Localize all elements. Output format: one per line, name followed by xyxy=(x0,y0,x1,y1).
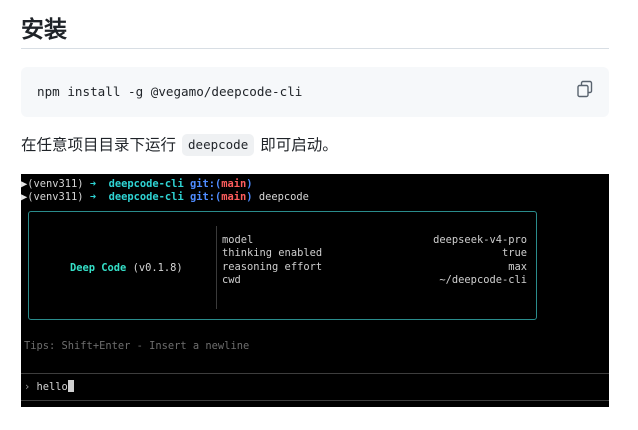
input-border-top xyxy=(21,373,609,374)
section-heading: 安装 xyxy=(21,16,67,42)
welcome-box-divider xyxy=(216,226,217,309)
input-border-bottom xyxy=(21,400,609,401)
copy-icon[interactable] xyxy=(575,79,595,99)
tips-text: Tips: Shift+Enter - Insert a newline xyxy=(24,340,250,352)
terminal-screenshot: ▶(venv311) ➜ deepcode-cli git:(main) ▶(v… xyxy=(21,174,609,407)
heading-divider xyxy=(21,48,609,49)
info-key-cwd: cwd xyxy=(222,274,241,286)
install-command: npm install -g @vegamo/deepcode-cli xyxy=(37,84,303,99)
terminal-line-2: ▶(venv311) ➜ deepcode-cli git:(main) dee… xyxy=(21,191,309,203)
text-cursor xyxy=(67,380,74,392)
info-value-thinking: true xyxy=(501,247,527,259)
info-value-model: deepseek-v4-pro xyxy=(433,234,527,246)
info-key-thinking: thinking enabled xyxy=(222,247,323,259)
usage-text-after: 即可启动。 xyxy=(260,137,338,154)
inline-code-command: deepcode xyxy=(182,134,255,156)
welcome-box: Deep Code (v0.1.8) model deepseek-v4-pro… xyxy=(28,211,537,320)
info-key-reasoning: reasoning effort xyxy=(222,261,323,273)
terminal-input[interactable]: › hello xyxy=(24,380,74,393)
terminal-line-1: ▶(venv311) ➜ deepcode-cli git:(main) xyxy=(21,178,253,190)
brand-name: Deep Code xyxy=(70,262,127,274)
brand-label: Deep Code (v0.1.8) xyxy=(70,262,183,274)
info-value-reasoning: max xyxy=(508,261,527,273)
install-code-block: npm install -g @vegamo/deepcode-cli xyxy=(21,67,609,117)
usage-text-before: 在任意项目目录下运行 xyxy=(21,137,177,154)
info-value-cwd: ~/deepcode-cli xyxy=(439,274,527,286)
usage-paragraph: 在任意项目目录下运行 deepcode 即可启动。 xyxy=(21,133,338,159)
prompt-symbol: › xyxy=(24,381,31,393)
brand-version: (v0.1.8) xyxy=(132,262,183,274)
input-value: hello xyxy=(36,381,68,393)
info-key-model: model xyxy=(222,234,254,246)
